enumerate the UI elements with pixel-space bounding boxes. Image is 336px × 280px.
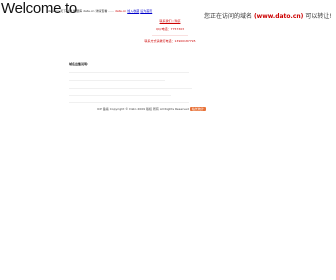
content-heading: 域名出售说明: bbox=[69, 62, 89, 66]
footer: ICP 备案 Copyright © Dato 2009 版权 所有 All R… bbox=[97, 107, 206, 111]
homepage-link[interactable]: 设为首页 bbox=[140, 9, 152, 13]
footer-text: ICP 备案 Copyright © Dato 2009 版权 所有 All R… bbox=[97, 107, 189, 111]
content-para-2: …………………………………………………………………………………… bbox=[69, 78, 165, 82]
contact-info: 联系方式请拨打电话：13900187795 bbox=[144, 39, 196, 43]
tag-text: data.cn 天下站群 数据库 data.cn 详情查看 ...... bbox=[48, 9, 115, 13]
center-block: 联系我们 | 购买 QQ/电话：7757303 ……………………………… 联系方… bbox=[120, 19, 220, 43]
content-para-5: ………………………………………………………………………………………………………… bbox=[69, 100, 189, 104]
header-tagline: data.cn 天下站群 数据库 data.cn 详情查看 ...... dat… bbox=[48, 9, 160, 14]
banner-domain: (www.dato.cn) bbox=[253, 13, 304, 20]
content-para-3: …………………………………………………………………………………………………………… bbox=[69, 86, 192, 90]
content-para-1: ………………………………………………………………………………………………………… bbox=[69, 70, 189, 74]
favorite-link[interactable]: 加入收藏 bbox=[127, 9, 139, 13]
stats-badge[interactable]: 站长统计 bbox=[189, 107, 206, 111]
tag-red: data.cn bbox=[114, 9, 127, 13]
domain-banner: 您正在访问的域名 (www.dato.cn) 可以转让! bbox=[204, 11, 332, 20]
content-para-4: ………………………………………………………………………………………… bbox=[69, 93, 171, 97]
banner-suffix: 可以转让! bbox=[305, 13, 332, 20]
